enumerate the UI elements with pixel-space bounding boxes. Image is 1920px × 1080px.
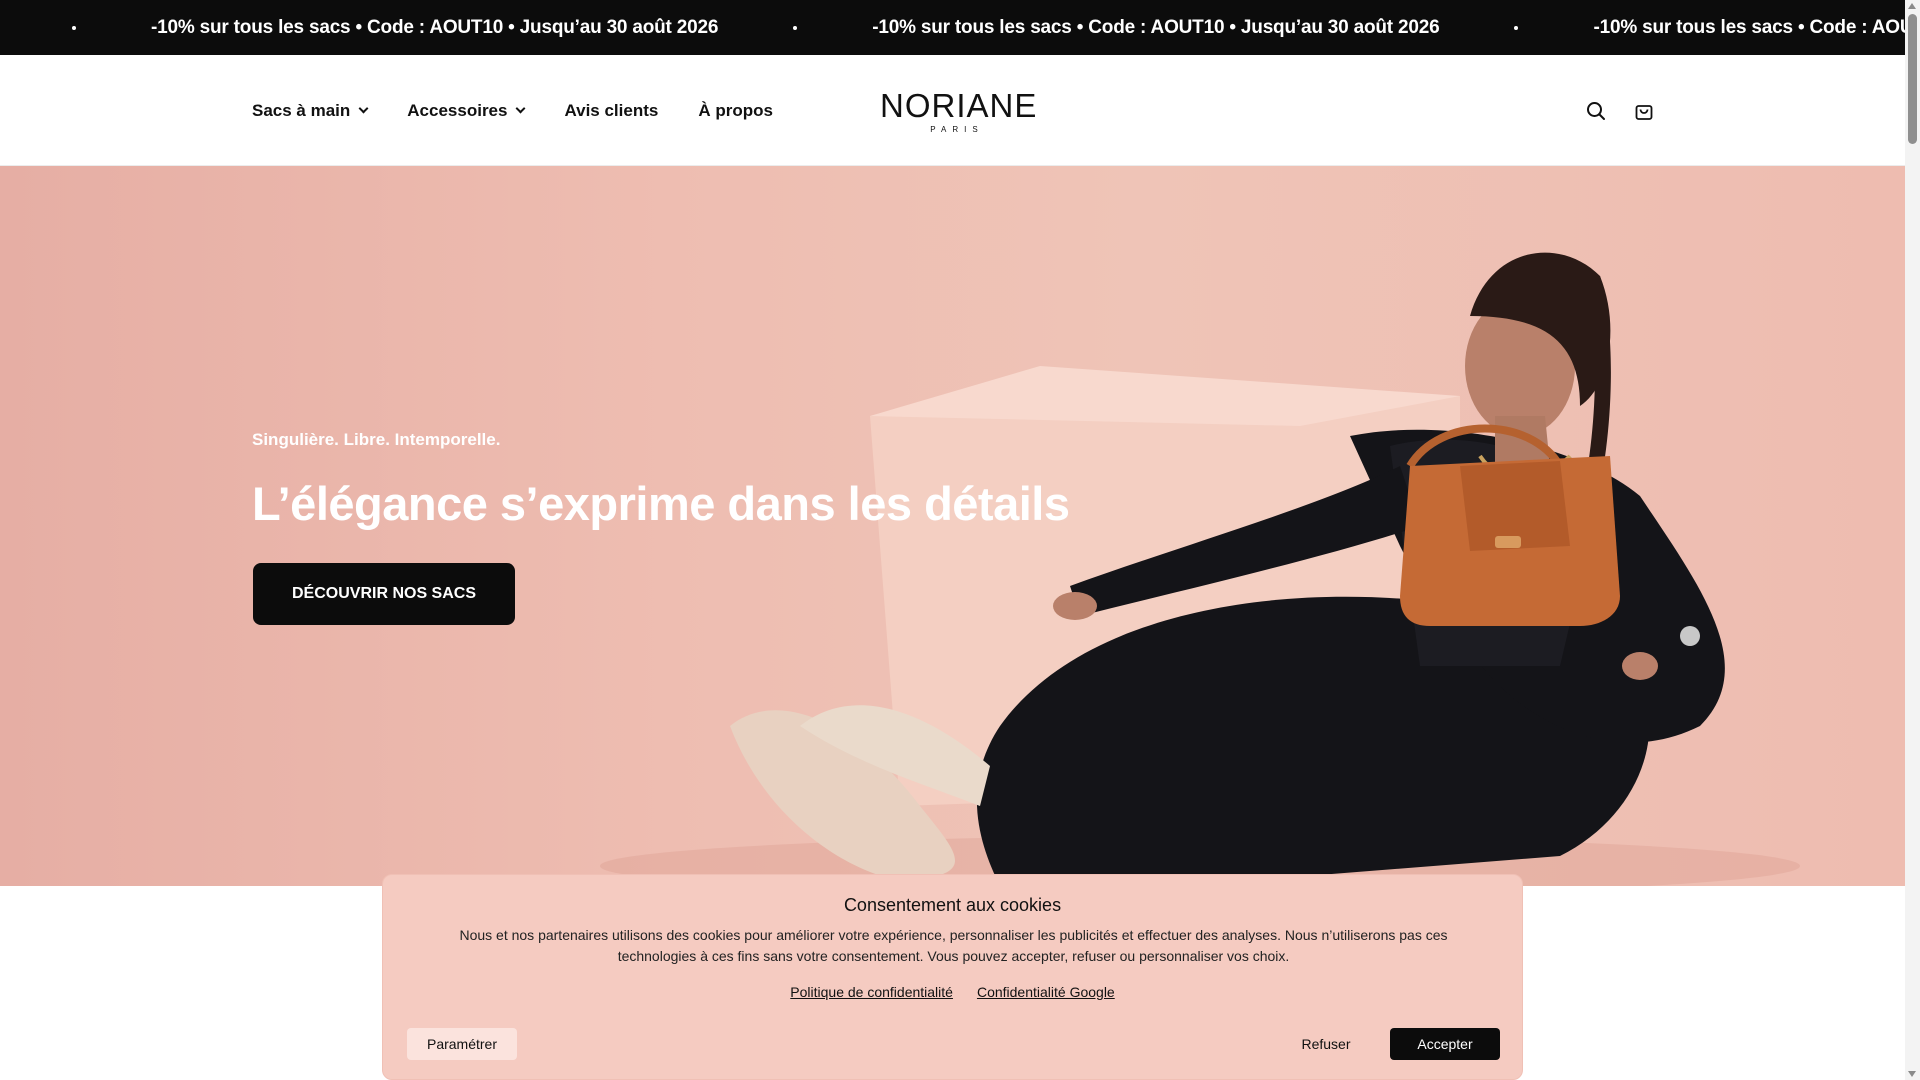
announcement-text: -10% sur tous les sacs • Code : AOUT10 •… bbox=[151, 16, 719, 38]
chevron-down-icon bbox=[516, 103, 526, 114]
privacy-policy-link[interactable]: Politique de confidentialité bbox=[790, 984, 953, 1000]
announcement-item: -10% sur tous les sacs • Code : AOUT10 •… bbox=[72, 17, 793, 39]
logo-name: NORIANE bbox=[880, 87, 1038, 124]
scroll-thumb[interactable] bbox=[1908, 14, 1917, 144]
scroll-down-icon[interactable] bbox=[1908, 1071, 1916, 1077]
announcement-text: -10% sur tous les sacs • Code : AOUT10 •… bbox=[872, 16, 1440, 38]
hero-title: L’élégance s’exprime dans les détails bbox=[252, 477, 1070, 530]
cookie-accept-button[interactable]: Accepter bbox=[1390, 1028, 1500, 1060]
cookie-description: Nous et nos partenaires utilisons des co… bbox=[459, 927, 1448, 964]
nav-item-label: À propos bbox=[698, 100, 773, 120]
hero-banner: Singulière. Libre. Intemporelle. L’éléga… bbox=[0, 166, 1905, 886]
nav-item-handbags[interactable]: Sacs à main bbox=[252, 100, 369, 121]
page-scrollbar[interactable] bbox=[1905, 0, 1920, 1080]
cookie-refuse-button[interactable]: Refuser bbox=[1271, 1028, 1381, 1060]
announcement-track: -10% sur tous les sacs • Code : AOUT10 •… bbox=[72, 0, 1905, 55]
shopping-bag-icon[interactable] bbox=[1633, 100, 1655, 122]
nav-item-accessories[interactable]: Accessoires bbox=[407, 100, 526, 121]
announcement-text: -10% sur tous les sacs • Code : AOUT10 •… bbox=[1593, 16, 1905, 38]
bullet-icon bbox=[72, 25, 76, 30]
scroll-up-icon[interactable] bbox=[1908, 3, 1916, 9]
announcement-bar: -10% sur tous les sacs • Code : AOUT10 •… bbox=[0, 0, 1905, 55]
nav-item-label: Sacs à main bbox=[252, 100, 351, 120]
bullet-icon bbox=[1514, 25, 1519, 30]
nav-item-about[interactable]: À propos bbox=[698, 101, 773, 121]
bullet-icon bbox=[793, 25, 798, 30]
discover-bags-button[interactable]: DÉCOUVRIR NOS SACS bbox=[253, 563, 515, 625]
hero-eyebrow: Singulière. Libre. Intemporelle. bbox=[252, 430, 501, 449]
main-nav: Sacs à main Accessoires Avis clients À p… bbox=[252, 55, 773, 166]
cookie-title: Consentement aux cookies bbox=[843, 895, 1062, 915]
logo-sub: PARIS bbox=[930, 125, 984, 134]
google-privacy-link[interactable]: Confidentialité Google bbox=[977, 984, 1115, 1000]
nav-item-label: Accessoires bbox=[407, 100, 508, 120]
announcement-item: -10% sur tous les sacs • Code : AOUT10 •… bbox=[793, 17, 1514, 39]
announcement-item: -10% sur tous les sacs • Code : AOUT10 •… bbox=[1514, 17, 1905, 39]
nav-item-reviews[interactable]: Avis clients bbox=[564, 101, 658, 121]
cookie-consent-banner: Consentement aux cookies Nous et nos par… bbox=[382, 874, 1523, 1080]
header-actions bbox=[1585, 55, 1655, 166]
search-icon[interactable] bbox=[1585, 100, 1607, 122]
chevron-down-icon bbox=[358, 103, 369, 114]
cookie-links: Politique de confidentialité Confidentia… bbox=[383, 984, 1522, 1000]
site-header: Sacs à main Accessoires Avis clients À p… bbox=[0, 55, 1905, 166]
site-logo[interactable]: NORIANE PARIS bbox=[880, 87, 1038, 134]
nav-item-label: Avis clients bbox=[564, 100, 659, 120]
cookie-settings-button[interactable]: Paramétrer bbox=[407, 1028, 517, 1060]
